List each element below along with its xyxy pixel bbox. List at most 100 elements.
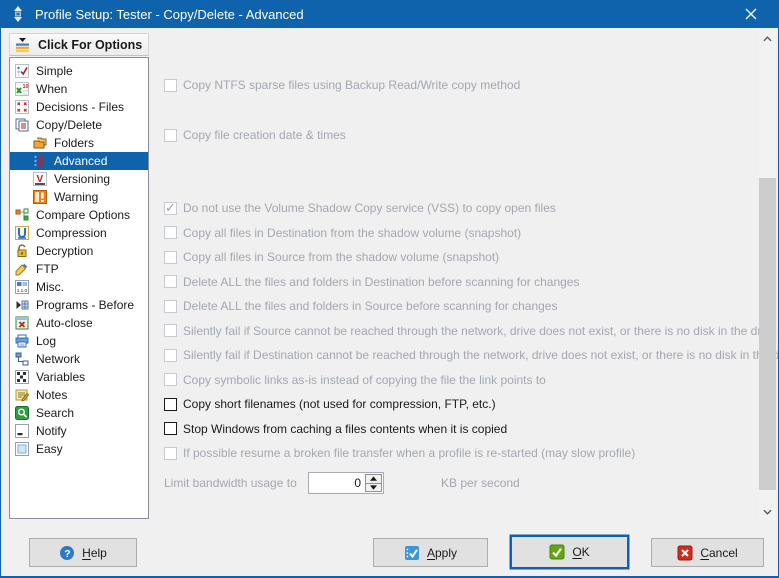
sidebar-item-label: Easy	[36, 442, 63, 456]
checkbox	[164, 128, 177, 142]
scroll-thumb[interactable]	[759, 178, 776, 490]
vertical-scrollbar[interactable]	[759, 30, 776, 520]
sidebar-item-easy[interactable]: Easy	[10, 440, 148, 458]
sidebar-item-log[interactable]: Log	[10, 332, 148, 350]
sidebar-item-versioning[interactable]: V Versioning	[10, 170, 148, 188]
sidebar-item-warning[interactable]: Warning	[10, 188, 148, 206]
sidebar-item-network[interactable]: Network	[10, 350, 148, 368]
option-row-silently-fail-if-source-cannot-be-reache: Silently fail if Source cannot be reache…	[164, 319, 777, 344]
spinner-up-button[interactable]	[366, 475, 381, 483]
misc-icon: 1.1.0	[15, 280, 29, 294]
checkbox	[164, 299, 177, 313]
sidebar-item-decryption[interactable]: Decryption	[10, 242, 148, 260]
option-row-copy-all-files-in-source-from-the-shadow: Copy all files in Source from the shadow…	[164, 245, 758, 270]
bandwidth-input[interactable]	[309, 473, 364, 493]
sidebar-item-notify[interactable]: Notify	[10, 422, 148, 440]
checkbox	[164, 275, 177, 289]
click-for-options-label: Click For Options	[38, 37, 143, 52]
compare-options-icon	[15, 208, 29, 222]
option-row-if-possible-resume-a-broken-file-transfe: If possible resume a broken file transfe…	[164, 441, 758, 466]
variables-icon	[15, 370, 29, 384]
option-label[interactable]: Copy short filenames (not used for compr…	[183, 397, 496, 411]
ok-icon	[549, 544, 565, 560]
ftp-icon	[15, 262, 29, 276]
when-icon: 10	[15, 82, 29, 96]
option-label[interactable]: Stop Windows from caching a files conten…	[183, 422, 507, 436]
bandwidth-unit-label: KB per second	[441, 476, 520, 490]
sidebar-item-compression[interactable]: Compression	[10, 224, 148, 242]
option-row-copy-ntfs-sparse-files-using-backup-read: Copy NTFS sparse files using Backup Read…	[164, 73, 758, 98]
checkbox	[164, 446, 177, 460]
sidebar-list: Simple 10 When Decisions - Files Copy/Delete…	[9, 57, 149, 519]
sidebar-item-label: Programs - Before	[36, 298, 135, 312]
sidebar-item-programs-before[interactable]: Programs - Before	[10, 296, 148, 314]
app-icon	[10, 6, 26, 22]
settings-panel: Copy NTFS sparse files using Backup Read…	[164, 28, 778, 518]
option-label: Copy NTFS sparse files using Backup Read…	[183, 78, 521, 93]
easy-icon	[15, 442, 29, 456]
ok-button[interactable]: OK	[511, 536, 628, 568]
spinner-down-button[interactable]	[366, 482, 381, 491]
cancel-button[interactable]: Cancel	[651, 538, 764, 567]
checkbox	[164, 324, 177, 338]
option-row-silently-fail-if-destination-cannot-be-r: Silently fail if Destination cannot be r…	[164, 343, 778, 368]
help-button[interactable]: ? Help	[29, 538, 137, 567]
sidebar-item-notes[interactable]: Notes	[10, 386, 148, 404]
option-label: Delete ALL the files and folders in Sour…	[183, 299, 558, 314]
scroll-down-button[interactable]	[759, 503, 776, 520]
sidebar-item-ftp[interactable]: FTP	[10, 260, 148, 278]
svg-text:?: ?	[64, 547, 70, 559]
option-label: Copy file creation date & times	[183, 128, 346, 143]
search-icon	[15, 406, 29, 420]
titlebar: Profile Setup: Tester - Copy/Delete - Ad…	[1, 0, 778, 28]
option-row-do-not-use-the-volume-shadow-copy-servic: Do not use the Volume Shadow Copy servic…	[164, 196, 758, 221]
checkbox[interactable]	[164, 422, 177, 436]
sidebar-item-decisions-files[interactable]: Decisions - Files	[10, 98, 148, 116]
option-label: Copy all files in Destination from the s…	[183, 225, 522, 240]
apply-button[interactable]: Apply	[373, 538, 488, 567]
sidebar-item-label: Search	[36, 406, 75, 420]
apply-button-label: Apply	[426, 545, 458, 560]
cancel-icon	[677, 545, 693, 561]
scroll-up-button[interactable]	[759, 30, 776, 47]
cancel-button-label: Cancel	[700, 545, 738, 560]
sidebar-item-variables[interactable]: Variables	[10, 368, 148, 386]
sidebar-item-misc[interactable]: 1.1.0 Misc.	[10, 278, 148, 296]
sidebar-item-label: When	[36, 82, 68, 96]
sidebar-item-label: Versioning	[54, 172, 111, 186]
sidebar-item-search[interactable]: Search	[10, 404, 148, 422]
network-icon	[15, 352, 29, 366]
notify-icon	[15, 424, 29, 438]
versioning-icon: V	[33, 172, 47, 186]
sidebar-item-label: Simple	[36, 64, 73, 78]
sidebar-item-label: Variables	[36, 370, 86, 384]
option-row-copy-short-filenames-not-used-for-compre: Copy short filenames (not used for compr…	[164, 392, 758, 417]
sidebar-item-auto-close[interactable]: Auto-close	[10, 314, 148, 332]
sidebar-item-when[interactable]: 10 When	[10, 80, 148, 98]
option-row-copy-symbolic-links-as-is-instead-of-cop: Copy symbolic links as-is instead of cop…	[164, 368, 758, 393]
close-button[interactable]	[733, 0, 778, 28]
programs-before-icon	[15, 298, 29, 312]
bandwidth-label: Limit bandwidth usage to	[164, 476, 297, 490]
options-menu-icon	[15, 37, 31, 53]
sidebar-item-advanced[interactable]: Advanced	[10, 152, 148, 170]
sidebar-item-simple[interactable]: Simple	[10, 62, 148, 80]
checkbox[interactable]	[164, 397, 177, 411]
sidebar-item-label: Copy/Delete	[36, 118, 103, 132]
log-icon	[15, 334, 29, 348]
checkbox	[164, 78, 177, 92]
copy-delete-icon	[15, 118, 29, 132]
sidebar-item-label: Misc.	[36, 280, 64, 294]
sidebar-item-compare-options[interactable]: Compare Options	[10, 206, 148, 224]
option-label: Copy all files in Source from the shadow…	[183, 250, 500, 265]
sidebar-item-label: Notes	[36, 388, 68, 402]
option-label: If possible resume a broken file transfe…	[183, 446, 636, 461]
option-group-2: Copy file creation date & times	[164, 123, 758, 148]
checkbox	[164, 226, 177, 240]
sidebar-item-copy-delete[interactable]: Copy/Delete	[10, 116, 148, 134]
click-for-options-button[interactable]: Click For Options	[9, 33, 149, 56]
close-icon	[745, 8, 757, 20]
option-row-stop-windows-from-caching-a-files-conten: Stop Windows from caching a files conten…	[164, 417, 758, 442]
sidebar-item-folders[interactable]: Folders	[10, 134, 148, 152]
checkbox	[164, 200, 177, 216]
